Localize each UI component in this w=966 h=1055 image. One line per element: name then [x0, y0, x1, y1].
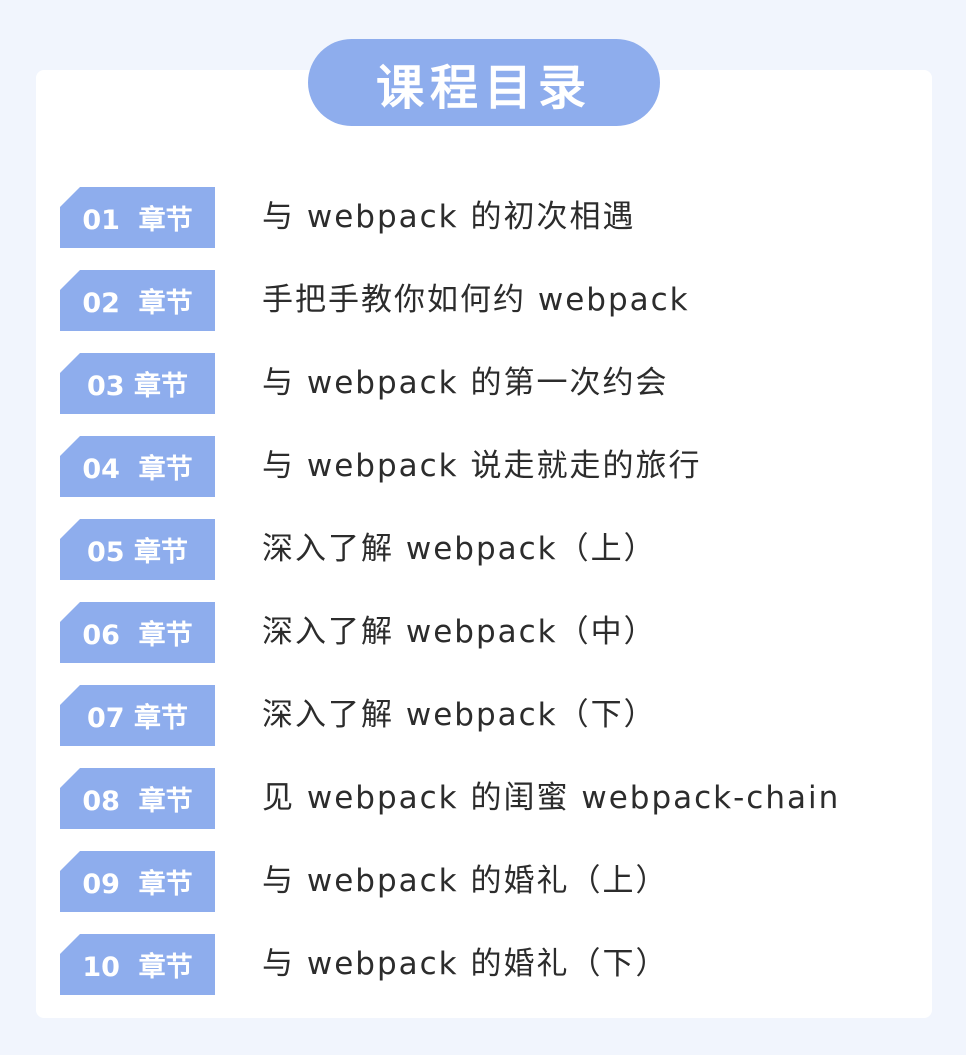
chapter-badge: 05 章节	[60, 519, 215, 580]
chapter-item[interactable]: 06 章节 深入了解 webpack（中）	[0, 602, 966, 685]
chapter-item[interactable]: 08 章节 见 webpack 的闺蜜 webpack-chain	[0, 768, 966, 851]
chapter-badge: 10 章节	[60, 934, 215, 995]
chapter-item[interactable]: 02 章节 手把手教你如何约 webpack	[0, 270, 966, 353]
chapter-item[interactable]: 01 章节 与 webpack 的初次相遇	[0, 187, 966, 270]
chapter-title[interactable]: 与 webpack 说走就走的旅行	[262, 436, 701, 497]
chapter-title[interactable]: 与 webpack 的婚礼（上）	[262, 851, 668, 912]
chapter-title[interactable]: 与 webpack 的初次相遇	[262, 187, 635, 248]
chapter-badge: 01 章节	[60, 187, 215, 248]
chapter-badge: 07 章节	[60, 685, 215, 746]
chapter-title[interactable]: 深入了解 webpack（中）	[262, 602, 657, 663]
page-title: 课程目录	[308, 39, 660, 126]
chapter-item[interactable]: 09 章节 与 webpack 的婚礼（上）	[0, 851, 966, 934]
chapter-title[interactable]: 深入了解 webpack（下）	[262, 685, 657, 746]
chapter-item[interactable]: 07 章节 深入了解 webpack（下）	[0, 685, 966, 768]
chapter-badge: 04 章节	[60, 436, 215, 497]
chapter-title[interactable]: 与 webpack 的第一次约会	[262, 353, 668, 414]
chapter-badge: 03 章节	[60, 353, 215, 414]
chapter-title[interactable]: 见 webpack 的闺蜜 webpack-chain	[262, 768, 840, 829]
chapter-badge: 09 章节	[60, 851, 215, 912]
chapter-item[interactable]: 05 章节 深入了解 webpack（上）	[0, 519, 966, 602]
chapter-title[interactable]: 手把手教你如何约 webpack	[262, 270, 690, 331]
chapter-list: 01 章节 与 webpack 的初次相遇 02 章节 手把手教你如何约 web…	[0, 187, 966, 1017]
chapter-badge: 06 章节	[60, 602, 215, 663]
chapter-title[interactable]: 与 webpack 的婚礼（下）	[262, 934, 668, 995]
chapter-item[interactable]: 04 章节 与 webpack 说走就走的旅行	[0, 436, 966, 519]
chapter-item[interactable]: 10 章节 与 webpack 的婚礼（下）	[0, 934, 966, 1017]
chapter-title[interactable]: 深入了解 webpack（上）	[262, 519, 657, 580]
chapter-item[interactable]: 03 章节 与 webpack 的第一次约会	[0, 353, 966, 436]
chapter-badge: 08 章节	[60, 768, 215, 829]
chapter-badge: 02 章节	[60, 270, 215, 331]
